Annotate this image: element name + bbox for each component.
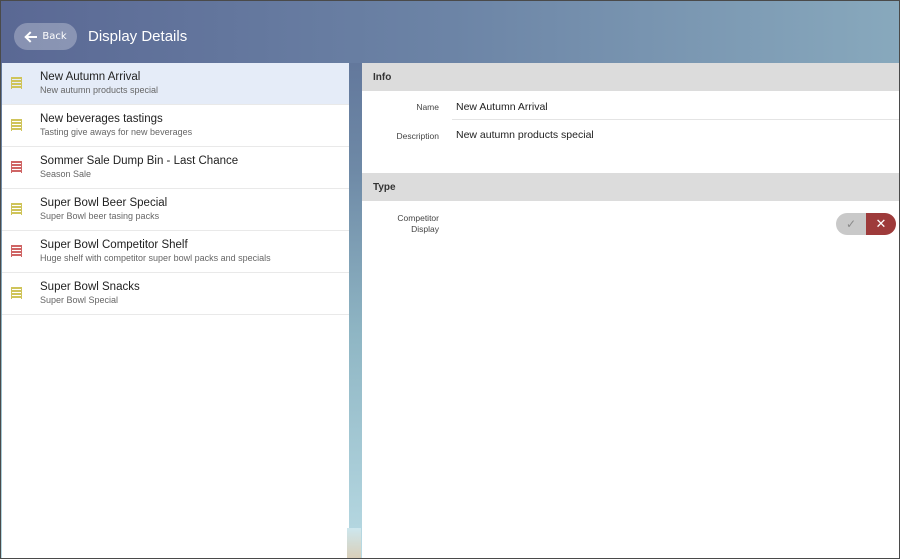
info-section-header: Info — [362, 63, 899, 91]
competitor-label: Competitor Display — [349, 213, 439, 235]
list-item-subtitle: Huge shelf with competitor super bowl pa… — [40, 253, 271, 263]
competitor-row: Competitor Display ✓ ✕ — [362, 201, 899, 246]
competitor-label-line2: Display — [411, 224, 439, 234]
name-label: Name — [416, 102, 439, 112]
shelf-icon — [11, 203, 22, 215]
list-item[interactable]: New Autumn Arrival New autumn products s… — [2, 63, 349, 105]
shelf-icon — [11, 119, 22, 131]
list-item[interactable]: Super Bowl Competitor Shelf Huge shelf w… — [2, 231, 349, 273]
name-field[interactable]: New Autumn Arrival — [456, 101, 548, 113]
list-item-title: Sommer Sale Dump Bin - Last Chance — [40, 155, 239, 167]
list-item[interactable]: Sommer Sale Dump Bin - Last Chance Seaso… — [2, 147, 349, 189]
list-item-subtitle: Season Sale — [40, 169, 92, 179]
competitor-toggle[interactable]: ✓ ✕ — [836, 213, 896, 235]
details-panel: Info Name New Autumn Arrival Description… — [362, 63, 899, 558]
list-item-title: New beverages tastings — [40, 113, 163, 125]
list-item[interactable]: Super Bowl Beer Special Super Bowl beer … — [2, 189, 349, 231]
list-item-title: Super Bowl Competitor Shelf — [40, 239, 188, 251]
list-item-subtitle: Tasting give aways for new beverages — [40, 127, 193, 137]
list-item[interactable]: Super Bowl Snacks Super Bowl Special — [2, 273, 349, 315]
back-button[interactable]: Back — [14, 23, 77, 50]
list-item-subtitle: Super Bowl Special — [40, 295, 119, 305]
description-field[interactable]: New autumn products special — [456, 129, 594, 141]
name-row: Name New Autumn Arrival — [362, 91, 899, 120]
close-icon[interactable]: ✕ — [866, 213, 896, 235]
arrow-left-icon — [24, 32, 38, 42]
list-item[interactable]: New beverages tastings Tasting give away… — [2, 105, 349, 147]
list-item-subtitle: Super Bowl beer tasing packs — [40, 211, 160, 221]
shelf-icon — [11, 77, 22, 89]
app-frame: Back Display Details New Autumn Arrival … — [0, 0, 900, 559]
list-item-subtitle: New autumn products special — [40, 85, 159, 95]
shelf-icon — [11, 287, 22, 299]
description-label: Description — [396, 131, 439, 141]
check-icon[interactable]: ✓ — [836, 213, 866, 235]
shelf-icon — [11, 245, 22, 257]
list-item-title: Super Bowl Beer Special — [40, 197, 168, 209]
description-row: Description New autumn products special — [362, 120, 899, 173]
page-title: Display Details — [88, 28, 188, 45]
competitor-label-line1: Competitor — [397, 213, 439, 223]
type-section-header: Type — [362, 173, 899, 201]
shelf-icon — [11, 161, 22, 173]
back-button-label: Back — [42, 31, 67, 42]
display-list: New Autumn Arrival New autumn products s… — [2, 63, 349, 558]
list-item-title: Super Bowl Snacks — [40, 281, 140, 293]
header-bar: Back Display Details — [1, 1, 899, 63]
list-item-title: New Autumn Arrival — [40, 71, 141, 83]
